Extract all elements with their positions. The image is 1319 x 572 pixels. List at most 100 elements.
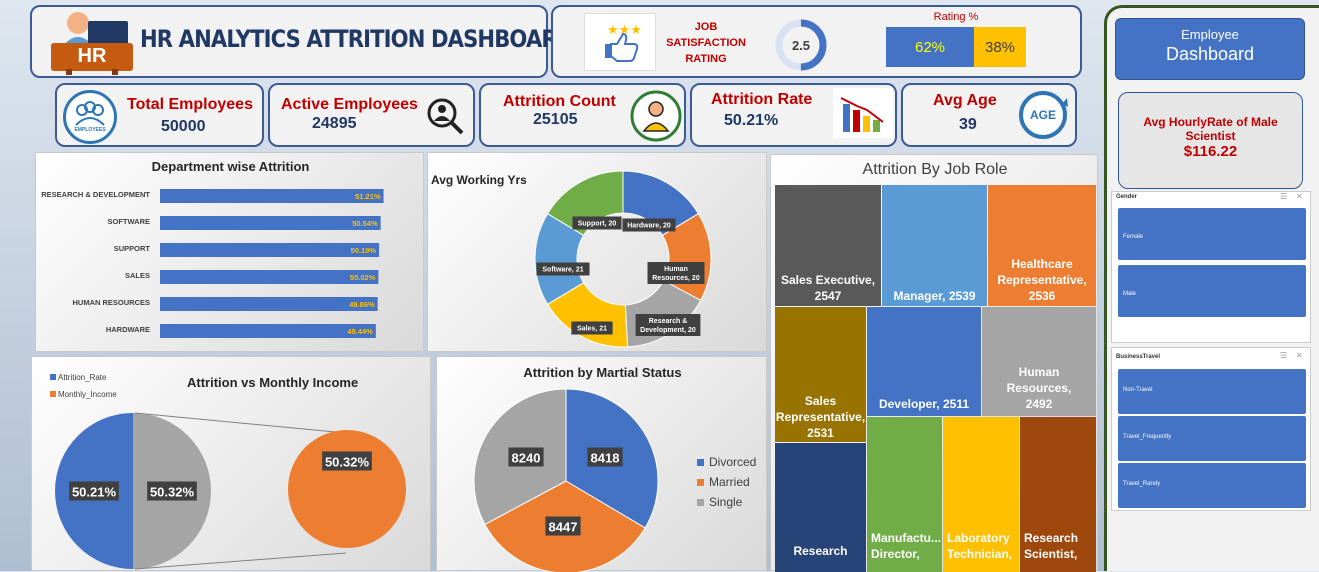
marital-legend: Divorced Married Single [697, 452, 756, 512]
employees-icon: EMPLOYEES [63, 90, 117, 144]
dept-category-label: HUMAN RESOURCES [72, 298, 150, 307]
rating-seg-low-label: 38% [984, 39, 1016, 56]
dept-bar [160, 189, 384, 203]
job-role-treemap: Sales Executive, 2547 Manager, 2539 Healthc… [771, 155, 1099, 572]
donut-slice-label-text: Human [664, 266, 688, 273]
kpi-attrition-count: Attrition Count 25105 [479, 83, 686, 147]
dept-bar [160, 297, 378, 311]
treemap-tile-role: Manager, 2539 [893, 289, 976, 303]
donut-slice-label-text: Resources, 20 [652, 275, 700, 282]
income-detail-label: 50.32% [322, 451, 372, 471]
dept-bar-value-label: 51.21% [355, 192, 381, 201]
treemap-tile-role: Laboratory [947, 531, 1010, 545]
donut-slice-label-text: Support, 20 [578, 221, 617, 228]
donut-slice-label-text: Research & [649, 318, 688, 325]
marital-panel: Attrition by Martial Status 8418 8447 8240… [436, 356, 767, 572]
travel-item-frequently[interactable]: Travel_Frequently [1118, 416, 1306, 461]
treemap-tile-value: 2547 [814, 289, 842, 303]
income-slice-label-text: 50.21% [72, 485, 117, 500]
satisfaction-card: ★★★ JOB SATISFACTION RATING 2.5 Rating %… [551, 5, 1082, 78]
gender-item-male[interactable]: Male [1118, 265, 1306, 317]
marital-slice-label-text: 8418 [591, 451, 620, 466]
dept-category-label: RESEARCH & DEVELOPMENT [41, 190, 150, 199]
travel-item-rarely[interactable]: Travel_Rarely [1118, 463, 1306, 508]
dept-bar [160, 243, 380, 257]
employees-icon-text: EMPLOYEES [74, 127, 106, 133]
attrition-count-label: Attrition Count [503, 93, 616, 110]
treemap-tile: Developer, 2511 [867, 307, 981, 416]
income-panel: Attrition_Rate Monthly_Income Attrition … [31, 356, 431, 571]
thumbs-up-stars-icon: ★★★ [584, 13, 656, 71]
treemap-tile-value: 2531 [807, 426, 834, 440]
gender-item-female[interactable]: Female [1118, 208, 1306, 260]
dept-bar [160, 216, 381, 230]
treemap-tile: Sales Executive, 2547 [775, 185, 881, 306]
donut-slice-label: Software, 21 [536, 262, 590, 276]
marital-legend-single-label: Single [709, 495, 743, 509]
donut-slice-label: Sales, 21 [571, 321, 613, 335]
satisfaction-label-line3: RATING [685, 53, 727, 65]
treemap-tile: Laboratory Technician, [943, 417, 1019, 572]
employee-dashboard-button[interactable]: Employee Dashboard [1115, 18, 1305, 80]
donut-slice-label-text: Development, 20 [640, 327, 696, 334]
travel-item-non-travel[interactable]: Non-Travel [1118, 369, 1306, 414]
treemap-tile: Research [775, 443, 866, 572]
satisfaction-label: JOB SATISFACTION RATING [657, 19, 755, 67]
total-employees-value: 50000 [161, 118, 206, 135]
employee-dashboard-line1: Employee [1181, 27, 1239, 42]
marital-slice-label: 8418 [587, 447, 623, 467]
avg-age-value: 39 [959, 116, 977, 133]
income-slice-label: 50.21% [69, 481, 119, 501]
hr-logo-text: HR [77, 45, 107, 67]
multi-select-icon[interactable]: ☰ [1280, 351, 1287, 360]
dept-bar-value-label: 50.54% [352, 219, 378, 228]
dept-category-label: SUPPORT [114, 244, 151, 253]
treemap-tile: Manager, 2539 [882, 185, 987, 306]
marital-legend-divorced: Divorced [697, 452, 756, 472]
hr-logo: HR [48, 9, 136, 75]
treemap-tile: Human Resources, 2492 [982, 307, 1096, 416]
total-employees-label: Total Employees [127, 96, 253, 113]
treemap-tile-role: Healthcare Representative, [997, 257, 1087, 287]
income-slice-label-text: 50.32% [150, 485, 195, 500]
clear-filter-icon[interactable]: ✕ [1296, 192, 1303, 201]
dept-bar-value-label: 49.86% [349, 300, 375, 309]
marital-slice-label: 8447 [545, 516, 581, 536]
rating-seg-high-label: 62% [914, 39, 946, 56]
donut-slice-label-text: Sales, 21 [577, 326, 607, 333]
kpi-active-employees: Active Employees 24895 [268, 83, 475, 147]
dept-category-label: SALES [125, 271, 150, 280]
employee-dashboard-line2: Dashboard [1165, 44, 1255, 64]
donut-slice-label: Support, 20 [572, 216, 622, 230]
multi-select-icon[interactable]: ☰ [1280, 192, 1287, 201]
avg-age-label: Avg Age [933, 92, 997, 109]
income-slice-label: 50.32% [147, 481, 197, 501]
attrition-rate-label: Attrition Rate [711, 91, 813, 108]
dept-category-label: HARDWARE [106, 325, 150, 334]
rating-title: Rating % [933, 11, 979, 23]
marital-slice-label: 8240 [508, 447, 544, 467]
donut-slice-label-text: Hardware, 20 [627, 223, 671, 230]
treemap-tile: Healthcare Representative, 2536 [988, 185, 1096, 306]
gender-slicer: Gender ☰ ✕ Female Male [1111, 191, 1311, 343]
marital-legend-married-label: Married [709, 475, 750, 489]
dept-category-label: SOFTWARE [108, 217, 151, 226]
clear-filter-icon[interactable]: ✕ [1296, 351, 1303, 360]
marital-slice-label-text: 8447 [549, 520, 578, 535]
marital-legend-single: Single [697, 492, 756, 512]
treemap-tile-role: Manufactu... [871, 531, 942, 545]
donut-slice-label: Research & Development, 20 [635, 314, 701, 336]
marital-slice-label-text: 8240 [512, 451, 541, 466]
income-pie-of-pie: 50.21% 50.32% 50.32% [55, 412, 406, 570]
treemap-tile-role: Sales Executive, [780, 273, 876, 287]
treemap-tile-role: Research [1024, 531, 1079, 545]
marital-legend-divorced-label: Divorced [709, 455, 757, 469]
rating-bar: 62% 38% [886, 27, 1026, 67]
hourly-rate-value: $116.22 [1183, 143, 1238, 160]
treemap-tile: Sales Representative, 2531 [775, 307, 866, 442]
treemap-tile-value: Scientist, [1024, 547, 1078, 561]
legend-swatch [697, 459, 704, 466]
treemap-tile-value: Technician, [947, 547, 1013, 561]
active-employees-value: 24895 [312, 115, 357, 132]
dept-bar [160, 324, 376, 338]
